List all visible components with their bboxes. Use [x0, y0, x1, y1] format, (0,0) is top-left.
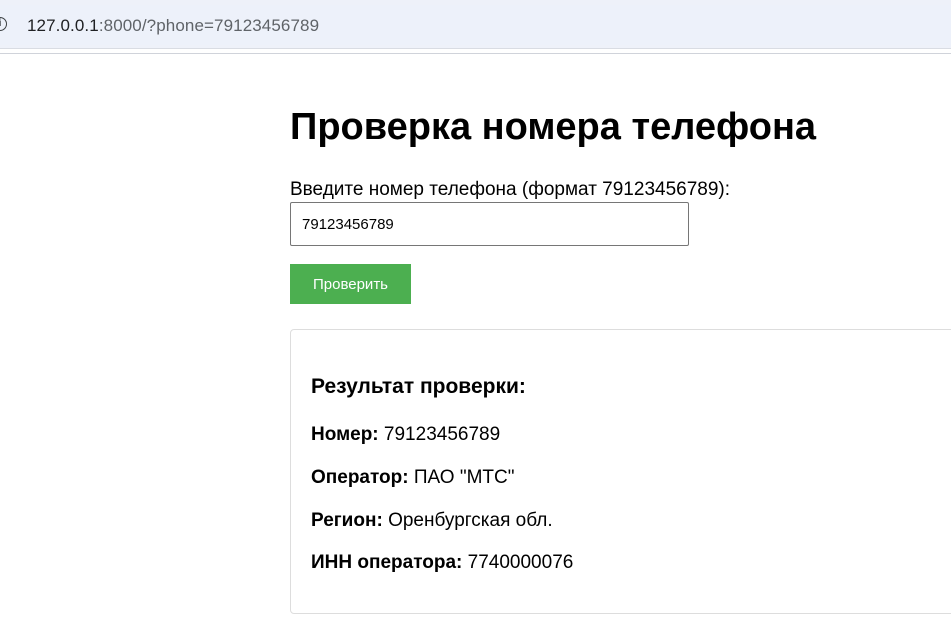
- url-path: :8000/?phone=79123456789: [98, 16, 320, 35]
- result-operator: Оператор: ПАО "МТС": [311, 467, 515, 489]
- region-label: Регион:: [311, 510, 383, 531]
- result-inn: ИНН оператора: 7740000076: [311, 552, 573, 574]
- url-text[interactable]: 127.0.0.1:8000/?phone=79123456789: [27, 16, 319, 36]
- result-region: Регион: Оренбургская обл.: [311, 510, 553, 532]
- number-label: Номер:: [311, 424, 379, 445]
- result-title: Результат проверки:: [311, 375, 526, 398]
- check-button[interactable]: Проверить: [290, 264, 411, 304]
- inn-label: ИНН оператора:: [311, 552, 463, 573]
- page-title: Проверка номера телефона: [290, 106, 817, 148]
- inn-value: 7740000076: [467, 552, 574, 573]
- browser-toolbar: i 127.0.0.1:8000/?phone=79123456789: [0, 0, 951, 49]
- result-card: Результат проверки: Номер: 79123456789 О…: [290, 329, 951, 614]
- info-icon[interactable]: i: [0, 17, 7, 31]
- operator-label: Оператор:: [311, 467, 409, 488]
- number-value: 79123456789: [383, 424, 501, 445]
- phone-label: Введите номер телефона (формат 791234567…: [290, 179, 731, 200]
- operator-value: ПАО "МТС": [413, 467, 515, 488]
- address-bar[interactable]: i 127.0.0.1:8000/?phone=79123456789: [0, 5, 951, 45]
- phone-input[interactable]: [290, 202, 689, 246]
- url-host: 127.0.0.1: [27, 16, 99, 35]
- result-number: Номер: 79123456789: [311, 424, 500, 446]
- page-divider: [0, 53, 951, 54]
- region-value: Оренбургская обл.: [388, 510, 553, 531]
